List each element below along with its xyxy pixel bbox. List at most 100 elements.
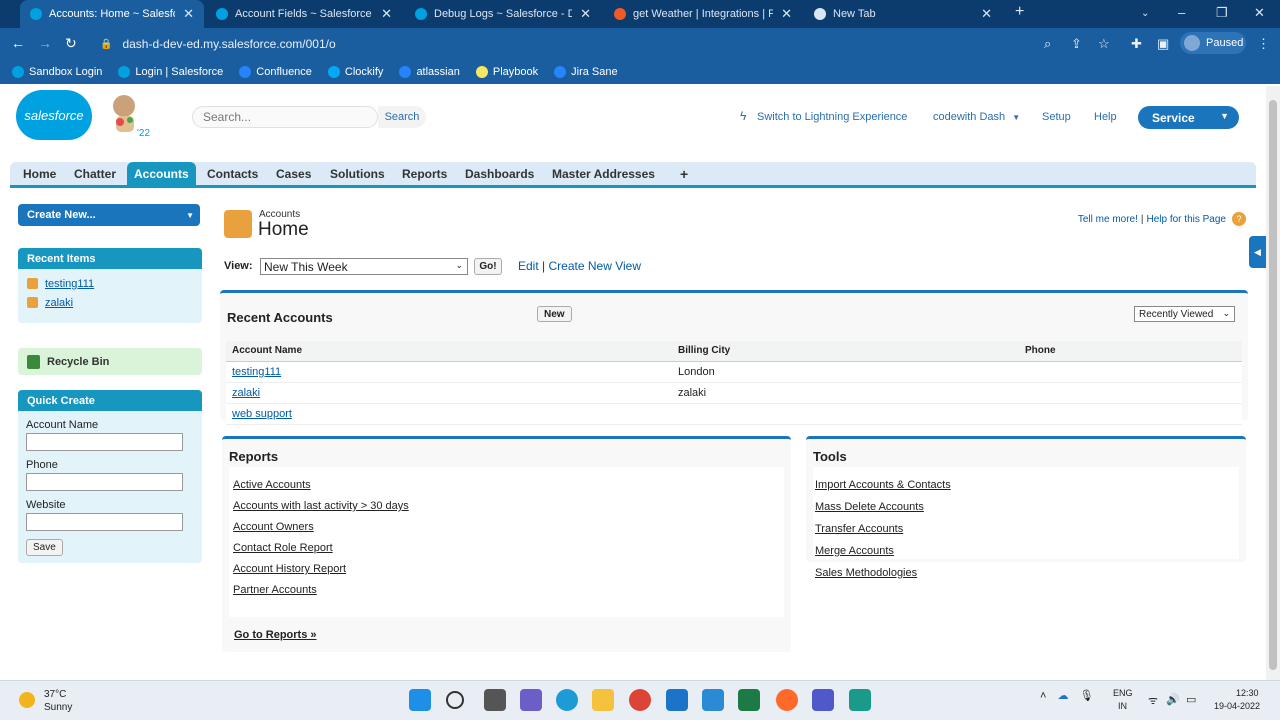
mail-icon[interactable] [666,689,688,711]
report-link[interactable]: Contact Role Report [233,542,784,554]
language-indicator[interactable]: ENG [1113,688,1133,698]
tell-me-more-link[interactable]: Tell me more! [1078,214,1138,225]
report-link[interactable]: Partner Accounts [233,584,784,596]
tab-accounts[interactable]: Accounts [127,162,196,186]
vscode-icon[interactable] [702,689,724,711]
app-menu-button[interactable]: Service ▼ [1138,106,1239,129]
recent-item-link[interactable]: testing111 [45,278,94,290]
side-panel-icon[interactable]: ▣ [1157,36,1169,52]
tab-home[interactable]: Home [17,162,62,186]
bookmark-atlassian[interactable]: atlassian [399,66,460,78]
close-window-icon[interactable]: ✕ [1254,5,1265,21]
file-explorer-icon[interactable] [592,689,614,711]
close-tab-icon[interactable]: ✕ [781,6,792,22]
new-account-button[interactable]: New [537,306,572,322]
battery-icon[interactable]: ▭ [1186,693,1196,706]
forward-icon[interactable]: → [38,35,52,51]
windows-start-icon[interactable] [409,689,431,711]
search-icon[interactable] [446,691,464,709]
recent-item-link[interactable]: zalaki [45,297,73,309]
teams-chat-icon[interactable] [520,689,542,711]
bookmark-confluence[interactable]: Confluence [239,66,312,78]
new-tab-icon[interactable]: + [1015,3,1024,21]
browser-tab[interactable]: Account Fields ~ Salesforce - De ✕ [206,0,402,28]
close-tab-icon[interactable]: ✕ [183,6,194,22]
profile-button[interactable]: Paused [1180,32,1246,54]
language-region[interactable]: IN [1118,701,1127,711]
report-link[interactable]: Active Accounts [233,479,784,491]
user-menu[interactable]: codewith Dash ▼ [933,111,1020,123]
browser-tab[interactable]: Accounts: Home ~ Salesforce - D ✕ [20,0,204,28]
help-for-page-link[interactable]: Help for this Page [1147,214,1227,225]
tab-chatter[interactable]: Chatter [68,162,122,186]
search-button[interactable]: Search [378,106,426,128]
phone-field[interactable] [26,473,183,491]
bookmark-star-icon[interactable]: ☆ [1098,36,1110,52]
firefox-icon[interactable] [776,689,798,711]
recycle-bin-link[interactable]: Recycle Bin [18,348,202,375]
excel-icon[interactable] [738,689,760,711]
go-to-reports-link[interactable]: Go to Reports » [234,629,317,641]
weather-temperature[interactable]: 37°C [44,689,66,700]
task-view-icon[interactable] [484,689,506,711]
bookmark-sandbox-login[interactable]: Sandbox Login [12,66,102,78]
edit-view-link[interactable]: Edit [518,259,539,273]
close-tab-icon[interactable]: ✕ [981,6,992,22]
help-icon[interactable]: ? [1232,212,1246,226]
tab-solutions[interactable]: Solutions [324,162,391,186]
share-icon[interactable]: ⇪ [1071,36,1082,52]
report-link[interactable]: Account History Report [233,563,784,575]
tab-reports[interactable]: Reports [396,162,453,186]
setup-link[interactable]: Setup [1042,111,1071,123]
scrollbar-thumb[interactable] [1269,100,1277,670]
system-tray[interactable]: ˄ ☁ 🎙 [1040,689,1094,702]
edge-icon[interactable] [556,689,578,711]
menu-kebab-icon[interactable]: ⋮ [1257,36,1270,52]
back-icon[interactable]: ← [11,35,25,51]
extensions-icon[interactable]: ✚ [1131,36,1142,52]
bookmark-clockify[interactable]: Clockify [327,66,383,78]
website-field[interactable] [26,513,183,531]
restore-icon[interactable]: ❐ [1216,5,1228,21]
address-bar[interactable]: 🔒 dash-d-dev-ed.my.salesforce.com/001/o [92,32,1122,56]
tool-link[interactable]: Import Accounts & Contacts [815,479,1239,491]
wifi-icon[interactable]: ᯤ [1148,693,1158,708]
teams-icon[interactable] [812,689,834,711]
clock-date[interactable]: 19-04-2022 [1214,701,1260,711]
tab-master-addresses[interactable]: Master Addresses [546,162,661,186]
reload-icon[interactable]: ↻ [65,35,77,52]
tab-cases[interactable]: Cases [270,162,317,186]
browser-tab[interactable]: get Weather | Integrations | Postm ✕ [604,0,802,28]
page-scrollbar[interactable] [1266,86,1280,680]
bookmark-jira-sane[interactable]: Jira Sane [554,66,618,78]
switch-lightning-link[interactable]: Switch to Lightning Experience [757,111,907,123]
tool-link[interactable]: Merge Accounts [815,545,1239,557]
clock-time[interactable]: 12:30 [1236,688,1259,698]
sun-icon[interactable] [19,692,35,708]
tool-link[interactable]: Transfer Accounts [815,523,1239,535]
column-header[interactable]: Billing City [672,341,1019,362]
search-input[interactable]: Search... [192,106,378,128]
account-name-field[interactable] [26,433,183,451]
browser-tab[interactable]: Debug Logs ~ Salesforce - Devel ✕ [405,0,601,28]
account-name-link[interactable]: zalaki [232,387,260,399]
create-new-button[interactable]: Create New... ▼ [18,204,200,226]
report-link[interactable]: Accounts with last activity > 30 days [233,500,784,512]
onedrive-cloud-icon[interactable]: ☁ [1058,690,1069,702]
bookmark-playbook[interactable]: Playbook [475,66,538,78]
account-name-link[interactable]: testing111 [232,366,281,378]
tab-contacts[interactable]: Contacts [201,162,264,186]
go-button[interactable]: Go! [474,258,502,275]
browser-tab[interactable]: New Tab ✕ [804,0,1002,28]
minimize-icon[interactable]: – [1178,5,1185,20]
column-header[interactable]: Account Name [226,341,672,362]
tab-search-chevron-icon[interactable]: ⌄ [1141,8,1149,19]
add-tab-button[interactable]: + [674,162,694,186]
microphone-icon[interactable]: 🎙 [1080,690,1094,702]
help-link[interactable]: Help [1094,111,1117,123]
close-tab-icon[interactable]: ✕ [381,6,392,22]
recently-viewed-select[interactable]: Recently Viewed ⌄ [1134,306,1235,322]
bookmark-login-salesforce[interactable]: Login | Salesforce [118,66,223,78]
chrome-icon[interactable] [629,689,651,711]
weather-description[interactable]: Sunny [44,702,72,713]
